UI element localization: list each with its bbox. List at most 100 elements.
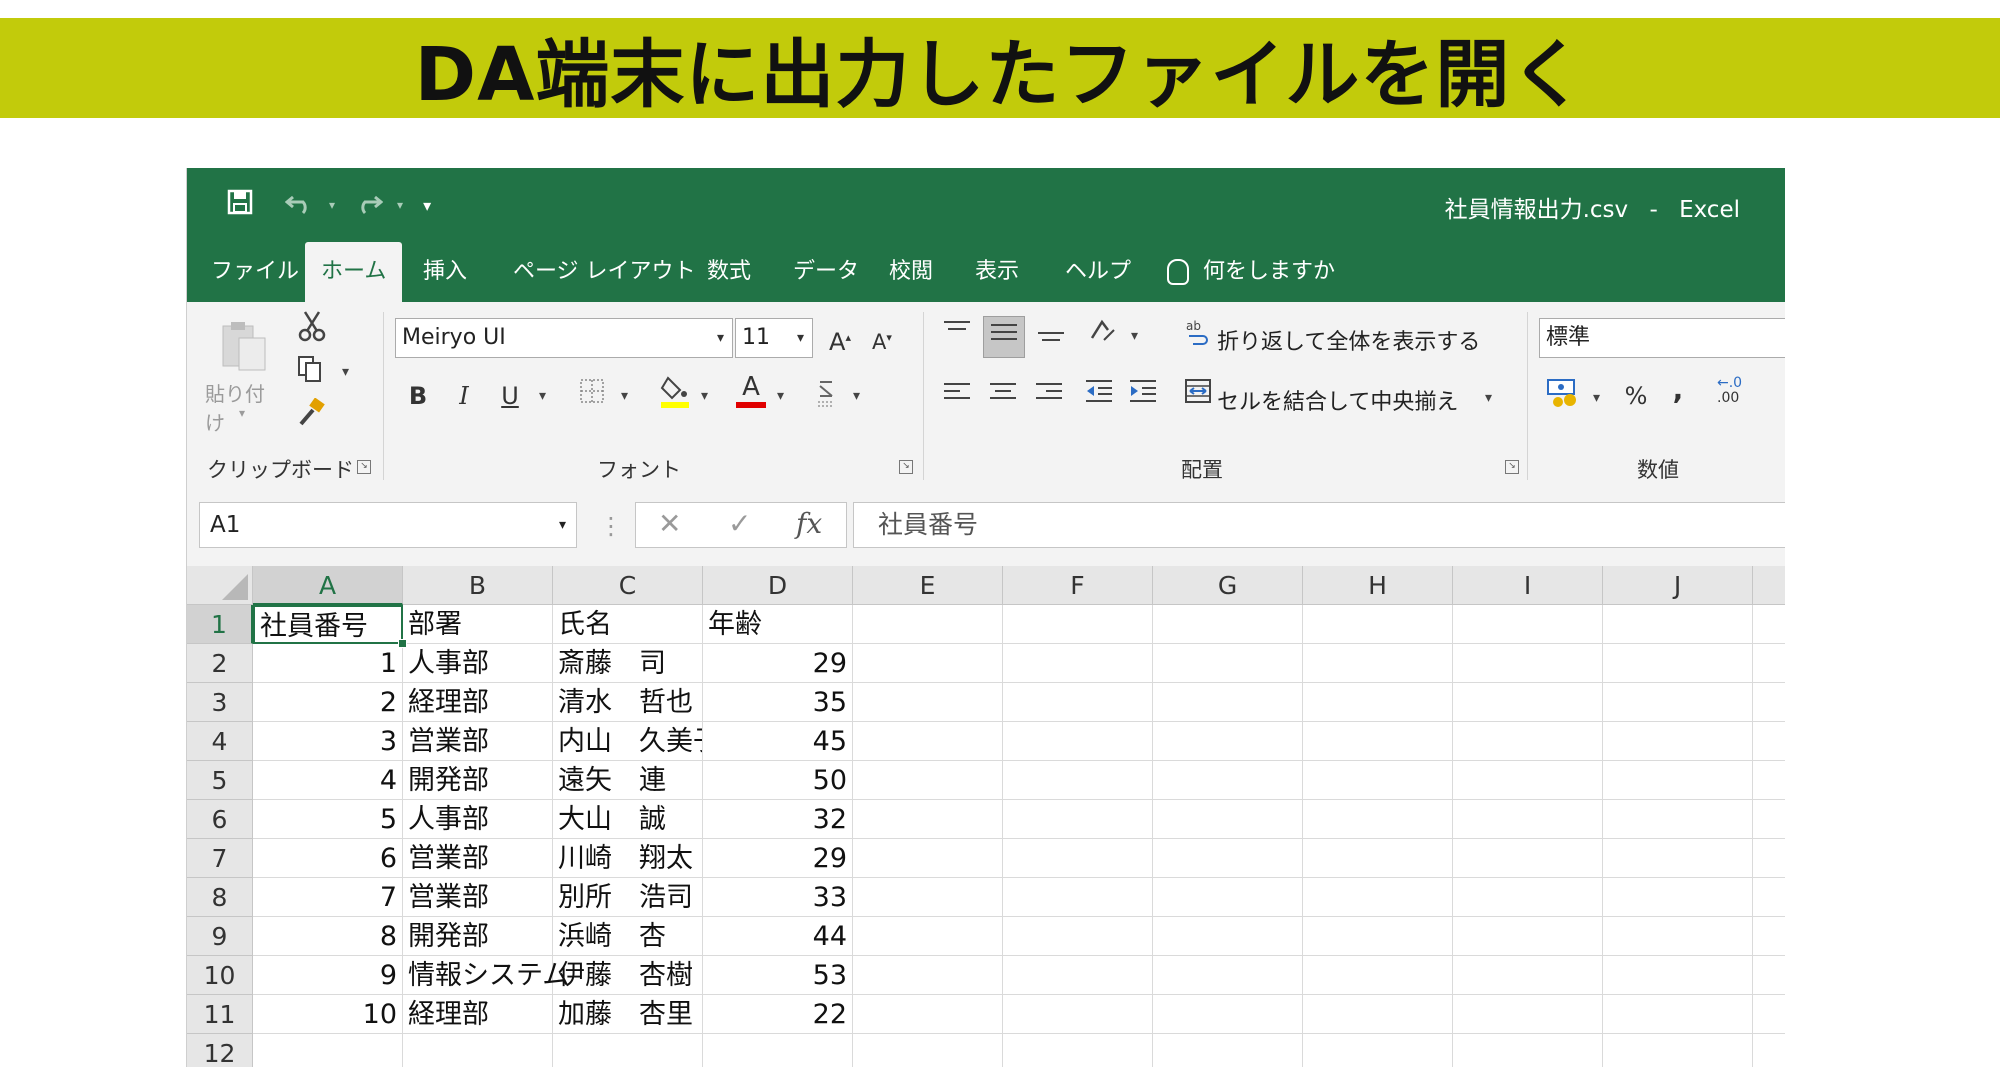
cell-d[interactable]: 29 xyxy=(703,839,853,878)
redo-dropdown-icon[interactable]: ▾ xyxy=(397,198,403,212)
empty-cell[interactable] xyxy=(1453,1034,1603,1067)
cell-d[interactable] xyxy=(703,1034,853,1067)
row-header[interactable]: 4 xyxy=(187,722,253,761)
enter-icon[interactable]: ✓ xyxy=(728,507,751,540)
name-box[interactable]: A1 ▾ xyxy=(199,502,577,548)
tab-data[interactable]: データ xyxy=(777,242,875,302)
formula-bar-grip-icon[interactable]: ⋮ xyxy=(599,512,623,540)
empty-cell[interactable] xyxy=(1153,839,1303,878)
cell-d[interactable]: 44 xyxy=(703,917,853,956)
percent-style-button[interactable]: % xyxy=(1619,378,1653,414)
phonetic-icon[interactable] xyxy=(809,378,843,414)
select-all-button[interactable] xyxy=(187,566,253,605)
cell-a[interactable]: 3 xyxy=(253,722,403,761)
empty-cell[interactable] xyxy=(1303,917,1453,956)
font-color-dropdown-icon[interactable]: ▾ xyxy=(777,388,784,404)
empty-cell[interactable] xyxy=(1603,800,1753,839)
copy-icon[interactable] xyxy=(293,354,327,390)
empty-cell[interactable] xyxy=(1603,605,1753,644)
empty-cell[interactable] xyxy=(853,800,1003,839)
empty-cell[interactable] xyxy=(1303,1034,1453,1067)
undo-icon[interactable] xyxy=(284,189,315,222)
tab-view[interactable]: 表示 xyxy=(959,242,1035,302)
empty-cell[interactable] xyxy=(1453,956,1603,995)
empty-cell[interactable] xyxy=(1753,995,1785,1034)
empty-cell[interactable] xyxy=(1003,1034,1153,1067)
empty-cell[interactable] xyxy=(1753,956,1785,995)
empty-cell[interactable] xyxy=(1753,917,1785,956)
cell-a[interactable] xyxy=(253,1034,403,1067)
cell-c[interactable] xyxy=(553,1034,703,1067)
middle-align-icon[interactable] xyxy=(983,316,1025,358)
empty-cell[interactable] xyxy=(1753,644,1785,683)
accounting-format-icon[interactable] xyxy=(1543,376,1583,412)
column-header-d[interactable]: D xyxy=(703,566,853,605)
italic-button[interactable]: I xyxy=(447,378,481,414)
empty-cell[interactable] xyxy=(1453,605,1603,644)
cell-c[interactable]: 加藤 杏里 xyxy=(553,995,703,1034)
empty-cell[interactable] xyxy=(1303,722,1453,761)
increase-decimal-button[interactable]: ←.0 .00 xyxy=(1717,376,1763,410)
empty-cell[interactable] xyxy=(1453,995,1603,1034)
empty-cell[interactable] xyxy=(1153,683,1303,722)
empty-cell[interactable] xyxy=(1603,683,1753,722)
insert-function-icon[interactable]: fx xyxy=(796,507,822,540)
empty-cell[interactable] xyxy=(1453,800,1603,839)
tab-page-layout[interactable]: ページ レイアウト xyxy=(497,242,712,302)
empty-cell[interactable] xyxy=(1603,761,1753,800)
cell-c[interactable]: 内山 久美子 xyxy=(553,722,703,761)
tab-home[interactable]: ホーム xyxy=(305,242,403,302)
cell-c[interactable]: 浜崎 杏 xyxy=(553,917,703,956)
column-header-g[interactable]: G xyxy=(1153,566,1303,605)
empty-cell[interactable] xyxy=(853,917,1003,956)
bold-button[interactable]: B xyxy=(401,378,435,414)
row-header[interactable]: 10 xyxy=(187,956,253,995)
empty-cell[interactable] xyxy=(1153,1034,1303,1067)
empty-cell[interactable] xyxy=(853,995,1003,1034)
empty-cell[interactable] xyxy=(853,683,1003,722)
empty-cell[interactable] xyxy=(1453,917,1603,956)
column-header-c[interactable]: C xyxy=(553,566,703,605)
number-format-select[interactable]: 標準 xyxy=(1539,318,1785,358)
orientation-icon[interactable] xyxy=(1085,316,1121,352)
comma-style-button[interactable]: , xyxy=(1663,372,1693,408)
wrap-text-icon[interactable]: ab xyxy=(1181,318,1215,354)
empty-cell[interactable] xyxy=(1153,956,1303,995)
cell-c[interactable]: 清水 哲也 xyxy=(553,683,703,722)
decrease-indent-icon[interactable] xyxy=(1081,378,1117,414)
align-right-icon[interactable] xyxy=(1031,378,1067,414)
wrap-text-button[interactable]: 折り返して全体を表示する xyxy=(1217,324,1480,356)
empty-cell[interactable] xyxy=(1003,761,1153,800)
underline-button[interactable]: U xyxy=(493,378,527,414)
empty-cell[interactable] xyxy=(1153,800,1303,839)
empty-cell[interactable] xyxy=(853,878,1003,917)
cell-a[interactable]: 2 xyxy=(253,683,403,722)
cell-c[interactable]: 川崎 翔太 xyxy=(553,839,703,878)
empty-cell[interactable] xyxy=(1303,683,1453,722)
empty-cell[interactable] xyxy=(1303,878,1453,917)
column-header-a[interactable]: A xyxy=(253,566,403,605)
empty-cell[interactable] xyxy=(1303,800,1453,839)
tab-file[interactable]: ファイル xyxy=(195,242,315,302)
cell-a[interactable]: 7 xyxy=(253,878,403,917)
phonetic-dropdown-icon[interactable]: ▾ xyxy=(853,388,860,404)
empty-cell[interactable] xyxy=(1003,917,1153,956)
borders-dropdown-icon[interactable]: ▾ xyxy=(621,388,628,404)
row-header[interactable]: 2 xyxy=(187,644,253,683)
empty-cell[interactable] xyxy=(853,644,1003,683)
empty-cell[interactable] xyxy=(1753,722,1785,761)
empty-cell[interactable] xyxy=(1603,956,1753,995)
cell-d[interactable]: 50 xyxy=(703,761,853,800)
empty-cell[interactable] xyxy=(1603,995,1753,1034)
row-header[interactable]: 7 xyxy=(187,839,253,878)
row-header[interactable]: 5 xyxy=(187,761,253,800)
cell-c[interactable]: 遠矢 連 xyxy=(553,761,703,800)
increase-font-size-icon[interactable]: A▴ xyxy=(823,320,857,356)
empty-cell[interactable] xyxy=(1753,683,1785,722)
column-header-j[interactable]: J xyxy=(1603,566,1753,605)
cell-d[interactable]: 32 xyxy=(703,800,853,839)
cell-a[interactable]: 6 xyxy=(253,839,403,878)
copy-dropdown-icon[interactable]: ▾ xyxy=(342,364,349,380)
cell-b[interactable]: 開発部 xyxy=(403,917,553,956)
empty-cell[interactable] xyxy=(1303,956,1453,995)
